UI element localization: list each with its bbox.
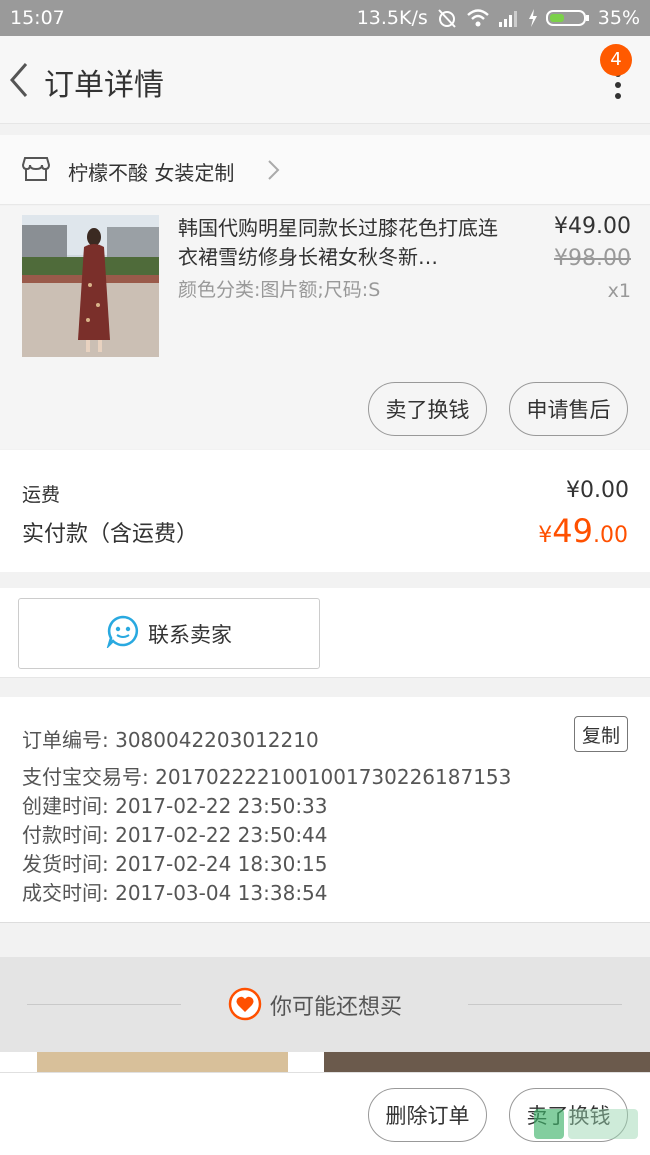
page-title: 订单详情	[44, 68, 164, 103]
shipped-time: 发货时间: 2017-02-24 18:30:15	[22, 852, 328, 876]
sell-for-cash-button[interactable]: 卖了换钱	[368, 382, 487, 436]
status-time: 15:07	[10, 7, 65, 29]
fee-summary: 运费 ¥0.00 实付款（含运费） ¥49.00	[0, 450, 650, 572]
wifi-icon	[466, 8, 490, 28]
divider-right	[468, 1004, 622, 1005]
product-thumbnail[interactable]	[22, 215, 159, 357]
charging-icon	[528, 9, 538, 27]
notification-badge: 4	[600, 44, 632, 76]
paid-amount: ¥49.00	[538, 512, 628, 550]
contact-section: 联系卖家	[0, 588, 650, 678]
alipay-trade-number: 支付宝交易号: 2017022221001001730226187153	[22, 765, 512, 789]
order-number: 订单编号: 3080042203012210	[22, 728, 319, 752]
battery-percent: 35%	[597, 7, 640, 29]
paid-label: 实付款（含运费）	[22, 522, 199, 547]
product-original-price: ¥98.00	[554, 246, 631, 271]
watermark-logo	[532, 1105, 642, 1145]
heart-icon	[228, 987, 262, 1021]
shipping-label: 运费	[22, 484, 61, 506]
network-speed: 13.5K/s	[356, 7, 428, 29]
chat-icon	[106, 614, 140, 653]
recommend-label: 你可能还想买	[270, 995, 403, 1020]
copy-button[interactable]: 复制	[574, 716, 628, 752]
delete-order-button[interactable]: 删除订单	[368, 1088, 487, 1142]
order-info: 订单编号: 3080042203012210 复制 支付宝交易号: 201702…	[0, 697, 650, 923]
shipping-value: ¥0.00	[566, 478, 629, 503]
product-title: 韩国代购明星同款长过膝花色打底连衣裙雪纺修身长裙女秋冬新…	[178, 216, 498, 269]
product-price: ¥49.00	[554, 214, 631, 239]
recommend-item-image[interactable]	[37, 1052, 288, 1072]
chevron-right-icon	[266, 159, 280, 181]
paid-currency: ¥	[538, 523, 553, 548]
recommend-items	[0, 1052, 650, 1072]
battery-icon	[545, 9, 590, 27]
paid-time: 付款时间: 2017-02-22 23:50:44	[22, 823, 328, 847]
completed-time: 成交时间: 2017-03-04 13:38:54	[22, 881, 328, 905]
shop-name: 柠檬不酸 女装定制	[68, 161, 235, 185]
product-item[interactable]: 韩国代购明星同款长过膝花色打底连衣裙雪纺修身长裙女秋冬新… 颜色分类:图片额;尺…	[0, 206, 650, 449]
store-icon	[21, 156, 51, 182]
contact-seller-label: 联系卖家	[148, 622, 232, 647]
back-arrow-icon[interactable]	[6, 58, 36, 102]
contact-seller-button[interactable]: 联系卖家	[18, 598, 320, 669]
after-sale-button[interactable]: 申请售后	[509, 382, 628, 436]
signal-icon	[498, 9, 520, 27]
paid-integer: 49	[552, 512, 593, 550]
recommend-item-image[interactable]	[324, 1052, 650, 1072]
nav-bar: 订单详情 4	[0, 36, 650, 124]
recommend-header: 你可能还想买	[0, 957, 650, 1052]
paid-decimal: .00	[593, 523, 628, 548]
shop-row[interactable]: 柠檬不酸 女装定制	[0, 135, 650, 205]
status-bar: 15:07 13.5K/s 35%	[0, 0, 650, 36]
divider-left	[27, 1004, 181, 1005]
product-quantity: x1	[607, 280, 631, 302]
created-time: 创建时间: 2017-02-22 23:50:33	[22, 794, 328, 818]
alarm-off-icon	[436, 7, 458, 29]
product-sku: 颜色分类:图片额;尺码:S	[178, 279, 381, 301]
status-right: 13.5K/s 35%	[357, 7, 640, 29]
